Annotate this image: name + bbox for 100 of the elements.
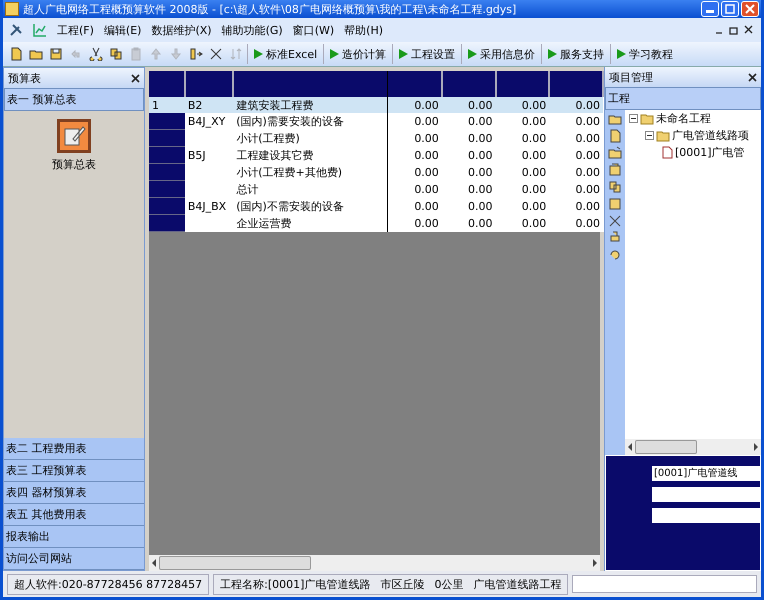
panel-title: 项目管理 <box>609 70 653 84</box>
scroll-pen-icon[interactable] <box>57 119 91 153</box>
column-header[interactable] <box>184 71 234 97</box>
collapse-icon[interactable] <box>645 131 654 140</box>
table-cell <box>149 130 185 146</box>
toolbar-button[interactable]: 工程设置 <box>392 44 460 64</box>
table-cell: 建筑安装工程费 <box>233 97 388 113</box>
table-cell: 0.00 <box>442 130 496 146</box>
tools-icon[interactable] <box>9 23 23 37</box>
column-header[interactable] <box>149 71 185 97</box>
page-icon[interactable] <box>608 129 622 143</box>
table-cell: (国内)需要安装的设备 <box>233 113 388 130</box>
table-cell: 0.00 <box>549 113 603 130</box>
status-text: 工程名称:[0001]广电管道线路 <box>220 576 370 592</box>
table-cell: 总计 <box>233 180 388 198</box>
window-title: 超人广电网络工程概预算软件 2008版 - [c:\超人软件\08广电网络概预算\我的工程\未命名工程.gdys] <box>23 2 518 16</box>
toolbar-button[interactable]: 服务支持 <box>541 44 608 64</box>
play-icon <box>328 48 340 60</box>
delete-icon[interactable] <box>608 214 622 228</box>
group-tab[interactable]: 表二 工程费用表 <box>4 438 144 460</box>
toolbar-button[interactable]: 标准Excel <box>247 44 322 64</box>
mdi-controls-icon[interactable] <box>715 25 755 35</box>
close-icon[interactable] <box>748 72 757 82</box>
input-field[interactable] <box>652 487 760 502</box>
tree-item[interactable]: [0001]广电管 <box>675 145 745 160</box>
table-cell: 1 <box>149 97 185 113</box>
tree-item[interactable]: 广电管道线路项 <box>672 128 749 143</box>
table-cell <box>149 146 185 164</box>
toolbar-button[interactable]: 学习教程 <box>610 44 678 64</box>
toolbar-button[interactable]: 采用信息价 <box>461 44 540 64</box>
close-icon[interactable] <box>131 74 140 82</box>
group-tab[interactable]: 表一 预算总表 <box>4 88 144 111</box>
close-button[interactable] <box>741 1 759 17</box>
table-cell <box>149 113 185 130</box>
play-icon <box>252 48 264 60</box>
table-cell: 0.00 <box>496 198 550 214</box>
maximize-button[interactable] <box>721 1 739 17</box>
folder-icon[interactable] <box>608 146 622 160</box>
close-icon <box>745 4 755 14</box>
input-field[interactable]: [0001]广电管道线 <box>652 466 760 481</box>
right-arrow-icon[interactable] <box>753 443 759 451</box>
menu-item[interactable]: 编辑(E) <box>104 22 142 38</box>
left-arrow-icon[interactable] <box>627 443 633 451</box>
folder-icon <box>640 112 654 124</box>
column-header[interactable] <box>442 71 496 97</box>
toolbar-button[interactable]: 造价计算 <box>323 44 390 64</box>
scissors-icon[interactable] <box>87 45 105 63</box>
table-cell: 0.00 <box>388 113 442 130</box>
table-cell: 0.00 <box>442 146 496 164</box>
horizontal-scrollbar[interactable] <box>625 439 761 455</box>
table-cell: 0.00 <box>388 214 442 232</box>
panel-tab[interactable]: 工程 <box>605 87 761 110</box>
copy-icon[interactable] <box>608 180 622 194</box>
table-cell: 企业运营费 <box>233 214 388 232</box>
menu-item[interactable]: 工程(F) <box>57 22 94 38</box>
horizontal-scrollbar[interactable] <box>149 555 600 571</box>
table-cell: 工程建设其它费 <box>233 146 388 164</box>
table-cell: 0.00 <box>496 113 550 130</box>
tree-item[interactable]: 未命名工程 <box>656 111 711 126</box>
menu-item[interactable]: 帮助(H) <box>344 22 384 38</box>
status-text: 0公里 <box>434 576 464 592</box>
minimize-icon <box>706 10 714 13</box>
group-tab[interactable]: 访问公司网站 <box>4 548 144 570</box>
document-icon <box>661 146 673 159</box>
minimize-button[interactable] <box>701 1 719 17</box>
play-icon <box>615 48 628 60</box>
column-header[interactable] <box>496 71 550 97</box>
app-icon <box>5 2 19 16</box>
table-cell <box>149 214 185 232</box>
menu-item[interactable]: 数据维护(X) <box>151 22 212 38</box>
group-tab[interactable]: 表五 其他费用表 <box>4 504 144 526</box>
play-icon <box>397 48 410 60</box>
icon-label[interactable]: 预算总表 <box>52 157 96 172</box>
menu-item[interactable]: 窗口(W) <box>292 22 334 38</box>
group-tab[interactable]: 表四 器材预算表 <box>4 482 144 504</box>
table-cell: 0.00 <box>549 146 603 164</box>
folder-icon <box>656 130 670 142</box>
menu-item[interactable]: 辅助功能(G) <box>222 22 283 38</box>
right-arrow-icon[interactable] <box>592 559 598 567</box>
left-arrow-icon[interactable] <box>151 559 157 567</box>
table-cell: 0.00 <box>496 130 550 146</box>
table-cell: 0.00 <box>496 214 550 232</box>
collapse-icon[interactable] <box>629 114 638 123</box>
status-text: 超人软件:020-87728456 87728457 <box>7 574 210 594</box>
table-cell: 小计(工程费) <box>233 130 388 146</box>
group-tab[interactable]: 报表输出 <box>4 526 144 548</box>
table-cell: 0.00 <box>549 130 603 146</box>
group-tab[interactable]: 表三 工程预算表 <box>4 460 144 482</box>
table-cell: 0.00 <box>442 97 496 113</box>
table-cell: 0.00 <box>549 180 603 198</box>
play-icon <box>546 48 558 60</box>
table-cell: 小计(工程费+其他费) <box>233 164 388 180</box>
input-field[interactable] <box>652 508 760 523</box>
table-cell <box>149 164 185 180</box>
square-icon[interactable] <box>608 197 622 211</box>
table-cell: 0.00 <box>388 97 442 113</box>
table-cell: 0.00 <box>442 180 496 198</box>
table-cell: B4J_XY <box>184 113 234 130</box>
column-header[interactable] <box>549 71 603 97</box>
table-cell: 0.00 <box>388 164 442 180</box>
